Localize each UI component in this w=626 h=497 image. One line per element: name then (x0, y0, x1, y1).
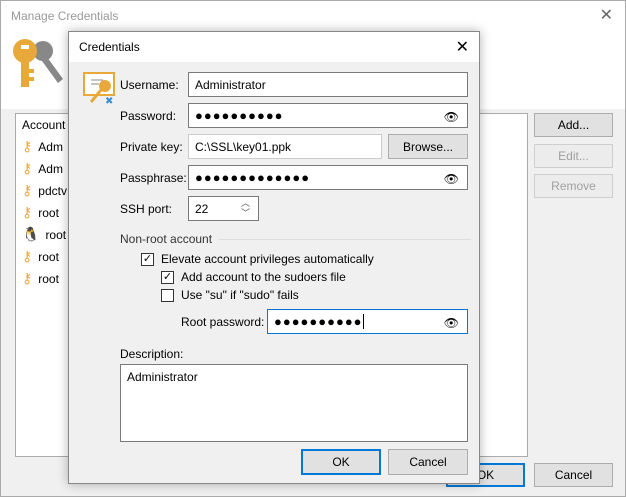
show-root-password-eye-icon[interactable]: 👁 (444, 316, 459, 330)
key-icon: ⚷ (22, 160, 33, 176)
edit-button[interactable]: Edit... (534, 144, 613, 168)
stepper-arrows-icon[interactable]: ︿ ﹀ (241, 198, 250, 218)
username-label: Username: (120, 78, 179, 92)
account-list-item[interactable]: ⚷ pdctv (22, 182, 67, 199)
elevate-checkbox[interactable]: ✓ (141, 253, 154, 266)
credential-certificate-icon: ✖ (83, 72, 115, 104)
remove-button[interactable]: Remove (534, 174, 613, 198)
key-icon: ⚷ (22, 270, 33, 286)
keys-icon (13, 39, 63, 87)
account-list-item[interactable]: ⚷ root (22, 270, 59, 287)
account-label: Adm (38, 161, 63, 176)
cancel-button[interactable]: Cancel (388, 449, 468, 475)
private-key-label: Private key: (120, 140, 183, 154)
description-label: Description: (120, 347, 184, 361)
root-password-value: ●●●●●●●●●● (274, 314, 363, 329)
ssh-port-stepper[interactable]: 22 ︿ ﹀ (188, 196, 259, 221)
account-label: root (38, 249, 59, 264)
ok-button[interactable]: OK (301, 449, 381, 475)
account-label: pdctv (38, 183, 67, 198)
column-header-account[interactable]: Account (22, 118, 65, 132)
private-key-input[interactable]: C:\SSL\key01.ppk (188, 134, 382, 159)
nonroot-section-label: Non-root account (120, 232, 213, 246)
account-list-item[interactable]: ⚷ root (22, 248, 59, 265)
svg-text:✖: ✖ (105, 96, 113, 104)
text-cursor (362, 314, 364, 329)
key-icon: ⚷ (22, 138, 33, 154)
account-list-item[interactable]: ⚷ Adm (22, 160, 63, 177)
username-input[interactable]: Administrator (188, 72, 468, 97)
elevate-label[interactable]: Elevate account privileges automatically (161, 252, 374, 266)
show-passphrase-eye-icon[interactable]: 👁 (444, 172, 459, 186)
password-input[interactable]: ●●●●●●●●●● 👁 (188, 103, 468, 128)
browse-button[interactable]: Browse... (388, 134, 468, 159)
ssh-port-label: SSH port: (120, 202, 173, 216)
ssh-port-value: 22 (195, 201, 209, 216)
account-label: root (45, 227, 67, 242)
outer-cancel-button[interactable]: Cancel (534, 463, 613, 487)
password-label: Password: (120, 109, 177, 123)
key-icon: ⚷ (22, 204, 33, 220)
password-value: ●●●●●●●●●● (195, 108, 284, 123)
dialog-close-icon[interactable]: ✕ (456, 37, 469, 57)
section-divider (219, 239, 471, 240)
sudoers-label[interactable]: Add account to the sudoers file (181, 270, 346, 284)
sudoers-checkbox[interactable]: ✓ (161, 271, 174, 284)
passphrase-value: ●●●●●●●●●●●●● (195, 170, 311, 185)
passphrase-input[interactable]: ●●●●●●●●●●●●● 👁 (188, 165, 468, 190)
account-list-item[interactable]: ⚷ Adm (22, 138, 63, 155)
account-label: Adm (38, 139, 63, 154)
key-icon: ⚷ (22, 182, 33, 198)
linux-icon: 🐧 (22, 226, 40, 242)
account-label: root (38, 271, 59, 286)
close-icon[interactable]: ✕ (600, 5, 613, 25)
add-button[interactable]: Add... (534, 113, 613, 137)
description-textarea[interactable]: Administrator (120, 364, 468, 442)
account-list-item[interactable]: 🐧 root (22, 226, 66, 243)
dialog-title: Credentials (79, 40, 140, 54)
window-title: Manage Credentials (11, 9, 119, 23)
root-password-label: Root password: (181, 315, 265, 329)
su-checkbox[interactable] (161, 289, 174, 302)
passphrase-label: Passphrase: (120, 171, 187, 185)
account-list-item[interactable]: ⚷ root (22, 204, 59, 221)
key-icon: ⚷ (22, 248, 33, 264)
account-label: root (38, 205, 59, 220)
root-password-input[interactable]: ●●●●●●●●●● 👁 (267, 309, 468, 334)
show-password-eye-icon[interactable]: 👁 (444, 110, 459, 124)
su-label[interactable]: Use "su" if "sudo" fails (181, 288, 299, 302)
credentials-dialog: Credentials ✕ ✖ Username: Administrator … (68, 31, 480, 484)
